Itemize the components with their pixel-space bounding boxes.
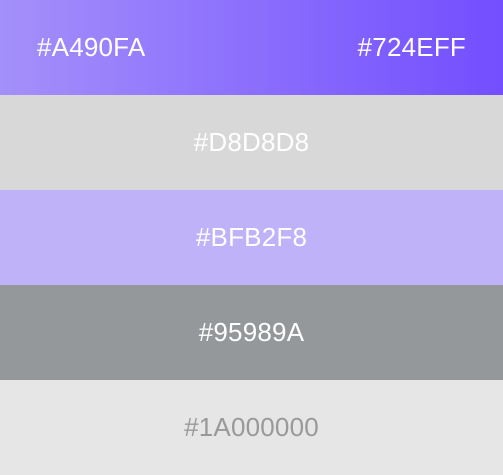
- swatch-light-gray: #D8D8D8: [0, 95, 503, 190]
- swatch-label: #D8D8D8: [193, 127, 310, 157]
- gradient-end-label: #724EFF: [357, 32, 466, 62]
- gradient-swatch: #A490FA #724EFF: [0, 0, 503, 95]
- swatch-label: #95989A: [198, 317, 305, 347]
- swatch-label: #BFB2F8: [195, 222, 308, 252]
- color-palette: #A490FA #724EFF #D8D8D8 #BFB2F8 #95989A …: [0, 0, 503, 475]
- gradient-start-label: #A490FA: [37, 32, 146, 62]
- swatch-gray: #95989A: [0, 285, 503, 380]
- swatch-transparent-black: #1A000000: [0, 380, 503, 475]
- swatch-label: #1A000000: [184, 412, 319, 442]
- swatch-lavender: #BFB2F8: [0, 190, 503, 285]
